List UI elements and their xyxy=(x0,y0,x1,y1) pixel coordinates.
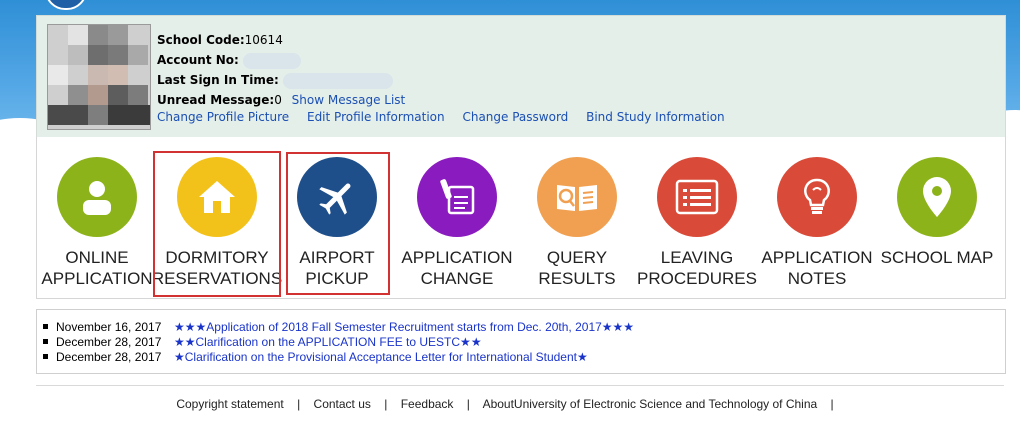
service-label: SCHOOL MAP xyxy=(880,248,994,267)
separator: | xyxy=(830,397,834,411)
account-no-label: Account No: xyxy=(157,53,239,67)
lightbulb-icon xyxy=(777,157,857,237)
news-date: November 16, 2017 xyxy=(56,320,162,334)
account-no-row: Account No: xyxy=(157,50,405,70)
avatar[interactable] xyxy=(47,24,151,130)
bullet-icon xyxy=(43,324,48,329)
service-online-application[interactable]: ONLINE APPLICATION xyxy=(37,137,157,298)
edit-profile-information-link[interactable]: Edit Profile Information xyxy=(307,110,445,124)
change-profile-picture-link[interactable]: Change Profile Picture xyxy=(157,110,289,124)
service-application-notes[interactable]: APPLICATION NOTES xyxy=(757,137,877,298)
footer: Copyright statement | Contact us | Feedb… xyxy=(0,397,1020,411)
list-icon xyxy=(657,157,737,237)
redacted-value xyxy=(242,52,301,69)
profile-panel: School Code:10614 Account No: Last Sign … xyxy=(36,15,1006,139)
profile-links: Change Profile Picture Edit Profile Info… xyxy=(157,110,739,124)
feedback-link[interactable]: Feedback xyxy=(401,397,454,411)
account-info: School Code:10614 Account No: Last Sign … xyxy=(157,30,405,110)
service-leaving-procedures[interactable]: LEAVING PROCEDURES xyxy=(637,137,757,298)
unread-message-row: Unread Message:0 Show Message List xyxy=(157,90,405,110)
separator: | xyxy=(466,397,470,411)
service-label: APPLICATION NOTES xyxy=(761,248,873,288)
news-date: December 28, 2017 xyxy=(56,350,162,364)
news-item: December 28, 2017 ★★Clarification on the … xyxy=(41,335,634,350)
service-label: ONLINE APPLICATION xyxy=(41,248,153,288)
last-sign-in-row: Last Sign In Time: xyxy=(157,70,405,90)
news-item: November 16, 2017 ★★★Application of 2018 … xyxy=(41,320,634,335)
school-code-value: 10614 xyxy=(244,33,283,47)
service-application-change[interactable]: APPLICATION CHANGE xyxy=(397,137,517,298)
service-label: QUERY RESULTS xyxy=(538,248,616,288)
news-date: December 28, 2017 xyxy=(56,335,162,349)
about-link[interactable]: AboutUniversity of Electronic Science an… xyxy=(483,397,818,411)
unread-message-label: Unread Message: xyxy=(157,93,275,107)
news-list: November 16, 2017 ★★★Application of 2018 … xyxy=(36,309,1006,374)
service-label: LEAVING PROCEDURES xyxy=(637,248,757,288)
news-link[interactable]: ★★★Application of 2018 Fall Semester Rec… xyxy=(174,320,634,334)
separator: | xyxy=(297,397,301,411)
unread-message-count: 0 xyxy=(274,93,282,107)
school-code-label: School Code: xyxy=(157,33,245,47)
service-school-map[interactable]: SCHOOL MAP xyxy=(877,137,997,298)
bind-study-information-link[interactable]: Bind Study Information xyxy=(586,110,725,124)
bullet-icon xyxy=(43,354,48,359)
last-sign-in-label: Last Sign In Time: xyxy=(157,73,279,87)
edit-document-icon xyxy=(417,157,497,237)
book-search-icon xyxy=(537,157,617,237)
contact-link[interactable]: Contact us xyxy=(314,397,371,411)
highlight-box xyxy=(286,152,390,295)
service-label: APPLICATION CHANGE xyxy=(401,248,513,288)
highlight-box xyxy=(153,151,281,297)
show-message-list-link[interactable]: Show Message List xyxy=(292,93,406,107)
footer-divider xyxy=(36,385,1004,386)
person-icon xyxy=(57,157,137,237)
service-query-results[interactable]: QUERY RESULTS xyxy=(517,137,637,298)
bullet-icon xyxy=(43,339,48,344)
news-item: December 28, 2017 ★Clarification on the P… xyxy=(41,350,634,365)
copyright-link[interactable]: Copyright statement xyxy=(176,397,283,411)
change-password-link[interactable]: Change Password xyxy=(462,110,568,124)
map-pin-icon xyxy=(897,157,977,237)
school-code-row: School Code:10614 xyxy=(157,30,405,50)
redacted-value xyxy=(282,72,393,89)
news-link[interactable]: ★Clarification on the Provisional Accept… xyxy=(174,350,588,364)
news-link[interactable]: ★★Clarification on the APPLICATION FEE t… xyxy=(174,335,482,349)
separator: | xyxy=(384,397,388,411)
